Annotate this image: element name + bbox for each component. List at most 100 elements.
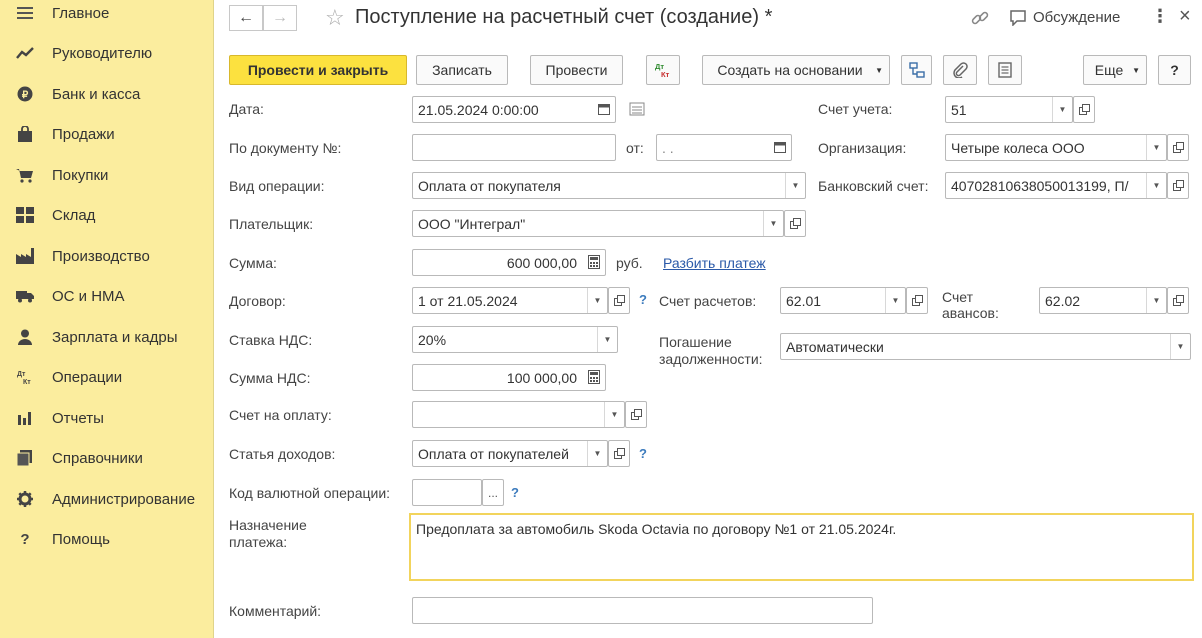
dt-kt-button[interactable]: Дт Кт <box>646 55 680 85</box>
sidebar-item-main[interactable]: Главное <box>0 0 213 30</box>
sidebar-item-operations[interactable]: Дт Кт Операции <box>0 360 213 394</box>
save-button[interactable]: Записать <box>416 55 508 85</box>
chevron-down-icon[interactable]: ▼ <box>763 211 783 236</box>
sidebar-item-warehouse[interactable]: Склад <box>0 198 213 232</box>
more-button[interactable]: Еще ▼ <box>1083 55 1147 85</box>
sum-input[interactable]: 600 000,00 <box>412 249 606 276</box>
chevron-down-icon[interactable]: ▼ <box>1052 97 1072 122</box>
document-icon <box>998 62 1012 78</box>
chevron-down-icon[interactable]: ▼ <box>1146 173 1166 198</box>
close-icon[interactable]: × <box>1179 5 1191 28</box>
sidebar-item-sales[interactable]: Продажи <box>0 117 213 151</box>
from-date-field[interactable]: . . <box>656 134 792 161</box>
open-button[interactable] <box>625 401 647 428</box>
chevron-down-icon[interactable]: ▼ <box>604 402 624 427</box>
payer-value: ООО "Интеграл" <box>418 215 526 232</box>
contract-select[interactable]: 1 от 21.05.2024 ▼ <box>412 287 608 314</box>
sidebar-item-label: Банк и касса <box>52 85 141 103</box>
invoice-select[interactable]: ▼ <box>412 401 625 428</box>
chevron-down-icon[interactable]: ▼ <box>885 288 905 313</box>
discussion-button[interactable]: Обсуждение <box>1033 9 1120 26</box>
chevron-down-icon[interactable]: ▼ <box>1146 288 1166 313</box>
sidebar-item-reports[interactable]: Отчеты <box>0 401 213 435</box>
post-button[interactable]: Провести <box>530 55 623 85</box>
comment-input[interactable] <box>412 597 873 624</box>
settlement-account-value: 62.01 <box>786 292 822 309</box>
select-button[interactable]: ... <box>482 479 504 506</box>
forward-button[interactable]: → <box>263 5 297 31</box>
open-button[interactable] <box>1167 287 1189 314</box>
open-button[interactable] <box>608 287 630 314</box>
split-payment-link[interactable]: Разбить платеж <box>663 255 766 271</box>
sidebar-item-admin[interactable]: Администрирование <box>0 482 213 516</box>
operation-type-select[interactable]: Оплата от покупателя ▼ <box>412 172 806 199</box>
debt-repayment-label: Погашение задолженности: <box>659 334 763 367</box>
calculator-icon[interactable] <box>588 370 602 385</box>
chevron-down-icon[interactable]: ▼ <box>785 173 805 198</box>
calendar-list-icon[interactable] <box>629 102 645 119</box>
open-button[interactable] <box>1167 134 1189 161</box>
debt-repayment-select[interactable]: Автоматически ▼ <box>780 333 1191 360</box>
more-menu-icon[interactable]: ⋮ <box>1151 6 1169 27</box>
organization-value: Четыре колеса ООО <box>951 139 1085 156</box>
open-button[interactable] <box>608 440 630 467</box>
sidebar-item-manager[interactable]: Руководителю <box>0 36 213 70</box>
organization-select[interactable]: Четыре колеса ООО ▼ <box>945 134 1167 161</box>
chevron-down-icon[interactable]: ▼ <box>1170 334 1190 359</box>
chevron-down-icon[interactable]: ▼ <box>597 327 617 352</box>
chevron-down-icon[interactable]: ▼ <box>1146 135 1166 160</box>
sidebar-item-salary[interactable]: Зарплата и кадры <box>0 320 213 354</box>
question-icon: ? <box>20 530 30 548</box>
bag-icon <box>16 125 34 143</box>
back-button[interactable]: ← <box>229 5 263 31</box>
chevron-down-icon: ▼ <box>875 65 883 75</box>
link-icon[interactable] <box>971 9 989 30</box>
chevron-down-icon[interactable]: ▼ <box>587 288 607 313</box>
sidebar-item-production[interactable]: Производство <box>0 239 213 273</box>
account-select[interactable]: 51 ▼ <box>945 96 1073 123</box>
discussion-icon <box>1009 10 1027 29</box>
print-button[interactable] <box>988 55 1022 85</box>
help-button[interactable]: ? <box>1158 55 1191 85</box>
calendar-icon[interactable] <box>598 102 612 117</box>
purpose-label: Назначение платежа: <box>229 517 307 550</box>
vat-rate-select[interactable]: 20% ▼ <box>412 326 618 353</box>
open-button[interactable] <box>906 287 928 314</box>
vat-sum-input[interactable]: 100 000,00 <box>412 364 606 391</box>
vat-rate-label: Ставка НДС: <box>229 332 313 348</box>
truck-icon <box>16 287 34 305</box>
income-item-select[interactable]: Оплата от покупателей ▼ <box>412 440 608 467</box>
star-icon[interactable]: ☆ <box>325 5 345 31</box>
sidebar-item-fixed-assets[interactable]: ОС и НМА <box>0 279 213 313</box>
help-icon[interactable]: ? <box>511 485 519 500</box>
bank-account-select[interactable]: 40702810638050013199, П/ ▼ <box>945 172 1167 199</box>
calendar-icon[interactable] <box>774 140 788 155</box>
sidebar-item-directories[interactable]: Справочники <box>0 441 213 475</box>
sidebar-item-purchases[interactable]: Покупки <box>0 158 213 192</box>
create-based-on-button[interactable]: Создать на основании ▼ <box>702 55 890 85</box>
settlement-account-select[interactable]: 62.01 ▼ <box>780 287 906 314</box>
from-label: от: <box>626 140 644 156</box>
help-icon[interactable]: ? <box>639 446 647 461</box>
open-button[interactable] <box>1167 172 1189 199</box>
open-button[interactable] <box>1073 96 1095 123</box>
calculator-icon[interactable] <box>588 255 602 270</box>
date-field[interactable]: 21.05.2024 0:00:00 <box>412 96 616 123</box>
advance-account-select[interactable]: 62.02 ▼ <box>1039 287 1167 314</box>
attach-button[interactable] <box>943 55 977 85</box>
chevron-down-icon[interactable]: ▼ <box>587 441 607 466</box>
paperclip-icon <box>953 62 968 78</box>
help-icon[interactable]: ? <box>639 292 647 307</box>
doc-number-input[interactable] <box>412 134 616 161</box>
sidebar-item-bank[interactable]: ₽ Банк и касса <box>0 77 213 111</box>
open-button[interactable] <box>784 210 806 237</box>
purpose-textarea[interactable]: Предоплата за автомобиль Skoda Octavia п… <box>409 513 1194 581</box>
sidebar-item-help[interactable]: ? Помощь <box>0 522 213 556</box>
fx-code-label: Код валютной операции: <box>229 485 391 501</box>
payer-select[interactable]: ООО "Интеграл" ▼ <box>412 210 784 237</box>
dt-kt-icon: ДтКт <box>655 62 670 79</box>
post-and-close-button[interactable]: Провести и закрыть <box>229 55 407 85</box>
fx-code-input[interactable] <box>412 479 482 506</box>
structure-button[interactable] <box>901 55 932 85</box>
coin-icon: ₽ <box>16 85 34 103</box>
